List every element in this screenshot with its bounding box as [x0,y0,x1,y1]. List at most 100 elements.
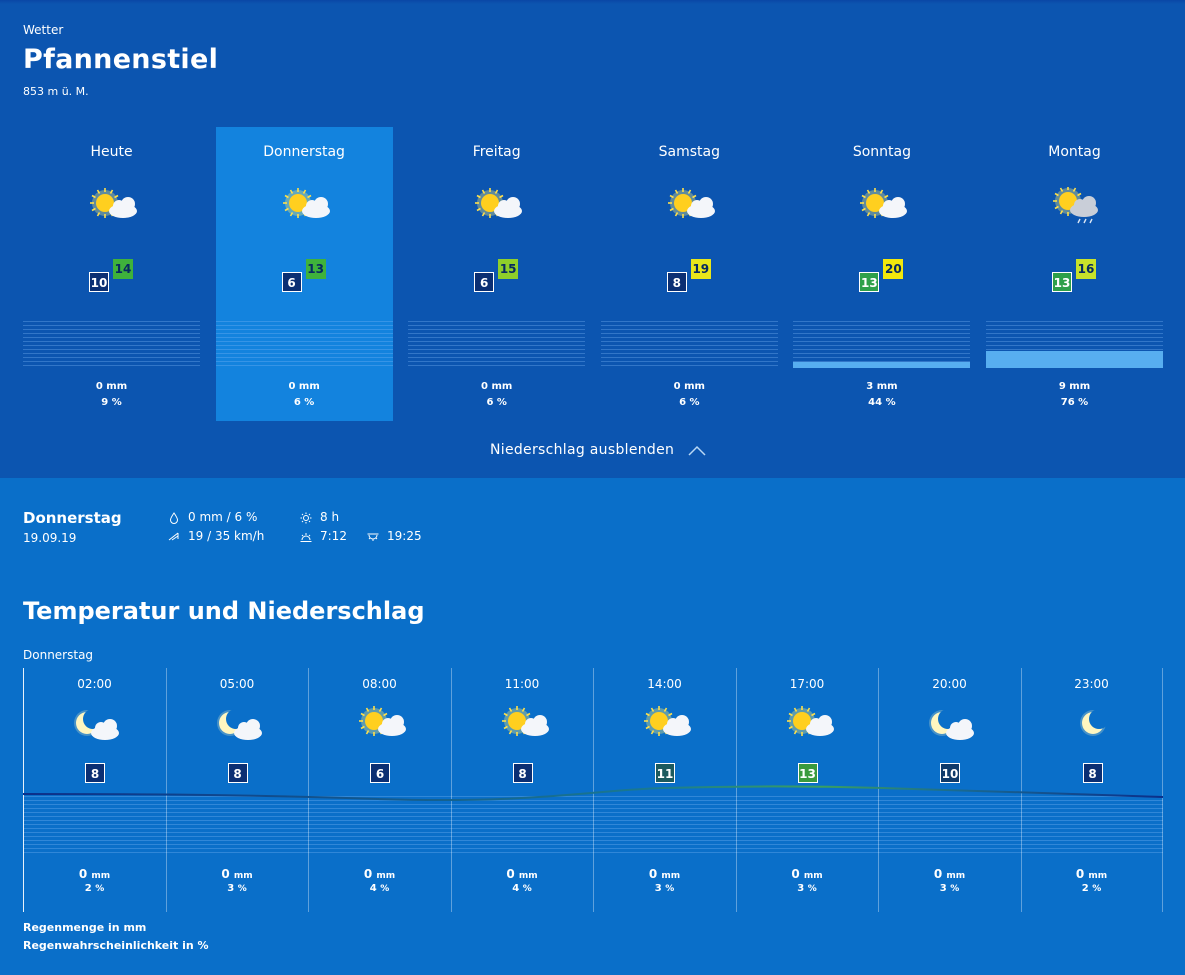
rain-amount: 0 mm [481,381,513,392]
legend-rain-probability: Regenwahrscheinlichkeit in % [23,939,209,952]
hour-rain-amount: 0 mm [506,867,538,881]
hour-rain-amount: 0 mm [363,867,396,881]
rain-probability: 9 % [101,397,122,408]
rain-bar [793,321,971,368]
rain-probability: 6 % [293,397,315,408]
partly-cloudy-icon [784,705,834,745]
rain-probability: 6 % [486,397,507,408]
rain-probability: 76 % [1060,397,1089,408]
day-name: Sonntag [852,144,911,160]
moon-cloud-icon [926,705,976,745]
rain-amount: 0 mm [95,381,128,392]
day-card-heute[interactable]: Heute 14 10 0 mm 9 % [23,127,200,421]
rain-amount: 3 mm [866,381,898,392]
temperature-curve [23,785,1163,802]
rain-fill [793,362,971,368]
moon-icon [1069,705,1119,745]
temp-min-badge: 6 [281,272,302,292]
hour-time: 17:00 [789,677,825,691]
day-card-freitag[interactable]: Freitag 15 6 0 mm 6 % [408,127,586,421]
hour-rain-probability: 4 % [369,883,390,894]
raindrop-icon [169,512,179,524]
partly-cloudy-icon [280,187,334,227]
rain-amount: 0 mm [673,381,705,392]
section-title: Temperatur und Niederschlag [23,597,425,625]
temp-min-badge: 6 [474,272,495,292]
temp-max-badge: 15 [498,259,519,279]
detail-precipitation: 0 mm / 6 % [188,510,258,524]
chevron-up-icon[interactable] [688,444,706,456]
hour-time: 11:00 [504,677,540,691]
partly-cloudy-icon [499,705,549,745]
hour-rain-amount: 0 mm [78,867,111,881]
rain-bar [600,321,778,368]
detail-day: Donnerstag [23,509,122,527]
partly-cloudy-icon [641,705,691,745]
day-card-samstag[interactable]: Samstag 19 8 0 mm 6 % [600,127,778,421]
rain-bar [215,321,393,368]
hour-rain-amount: 0 mm [221,867,253,881]
rain-amount: 0 mm [288,381,320,392]
sunset-icon [367,533,379,541]
hour-time: 02:00 [77,677,112,691]
wind-icon [168,532,179,541]
rain-bar [986,321,1163,368]
temp-max-badge: 19 [690,259,711,279]
rain-fill [986,351,1163,368]
partly-cloudy-icon [87,187,141,227]
rain-probability: 44 % [868,397,896,408]
day-card-montag[interactable]: Montag 16 13 9 mm 76 % [986,127,1163,421]
partly-cloudy-icon [665,187,719,227]
hour-rain-amount: 0 mm [1075,867,1108,881]
moon-cloud-icon [71,705,121,745]
temp-max-badge: 13 [305,259,326,279]
hour-time: 05:00 [219,677,255,691]
hour-time: 20:00 [932,677,967,691]
hour-rain-probability: 2 % [1081,883,1102,894]
partly-cloudy-icon [472,187,526,227]
partly-cloudy-icon [857,187,911,227]
day-name: Donnerstag [263,144,345,160]
hour-rain-amount: 0 mm [648,867,681,881]
day-name: Heute [90,144,133,160]
hour-rain-probability: 3 % [227,883,247,894]
temp-max-badge: 20 [883,259,904,279]
cloudy-rain-icon [1050,186,1104,227]
temp-max-badge: 14 [113,259,133,279]
temp-min-badge: 13 [859,272,880,292]
day-card-donnerstag[interactable]: Donnerstag 13 6 0 mm 6 % [215,127,393,421]
temp-min-badge: 13 [1052,272,1072,292]
rain-probability: 6 % [679,397,700,408]
forecast-panel: Wetter Pfannenstiel 853 m ü. M. Heute 14… [0,0,1185,478]
rain-bar [23,321,200,368]
breadcrumb[interactable]: Wetter [23,23,63,37]
day-name: Freitag [472,144,521,160]
temp-min-badge: 8 [666,272,687,292]
toggle-precipitation-button[interactable]: Niederschlag ausblenden [490,442,674,458]
rain-bar [408,321,586,368]
temp-min-badge: 10 [89,272,109,292]
hour-rain-probability: 2 % [84,883,105,894]
partly-cloudy-icon [356,705,406,745]
detail-date: 19.09.19 [23,531,77,545]
day-name: Montag [1048,144,1101,160]
hour-rain-probability: 3 % [797,883,817,894]
hour-rain-amount: 0 mm [791,867,823,881]
hour-time: 23:00 [1074,677,1109,691]
detail-sunset: 19:25 [387,529,422,543]
hour-rain-probability: 3 % [654,883,675,894]
day-card-sonntag[interactable]: Sonntag 20 13 3 mm 44 % [793,127,971,421]
hour-rain-probability: 3 % [939,883,960,894]
hour-time: 08:00 [362,677,397,691]
hour-time: 14:00 [647,677,682,691]
section-day: Donnerstag [23,648,94,662]
page-title: Pfannenstiel [23,44,219,75]
sun-icon [300,512,312,524]
detail-wind: 19 / 35 km/h [188,529,265,543]
detail-sunshine: 8 h [320,510,340,524]
detail-sunrise: 7:12 [320,529,347,543]
hour-rain-probability: 4 % [512,883,532,894]
moon-cloud-icon [214,705,264,745]
hour-rain-amount: 0 mm [933,867,966,881]
sunrise-icon [300,533,312,542]
